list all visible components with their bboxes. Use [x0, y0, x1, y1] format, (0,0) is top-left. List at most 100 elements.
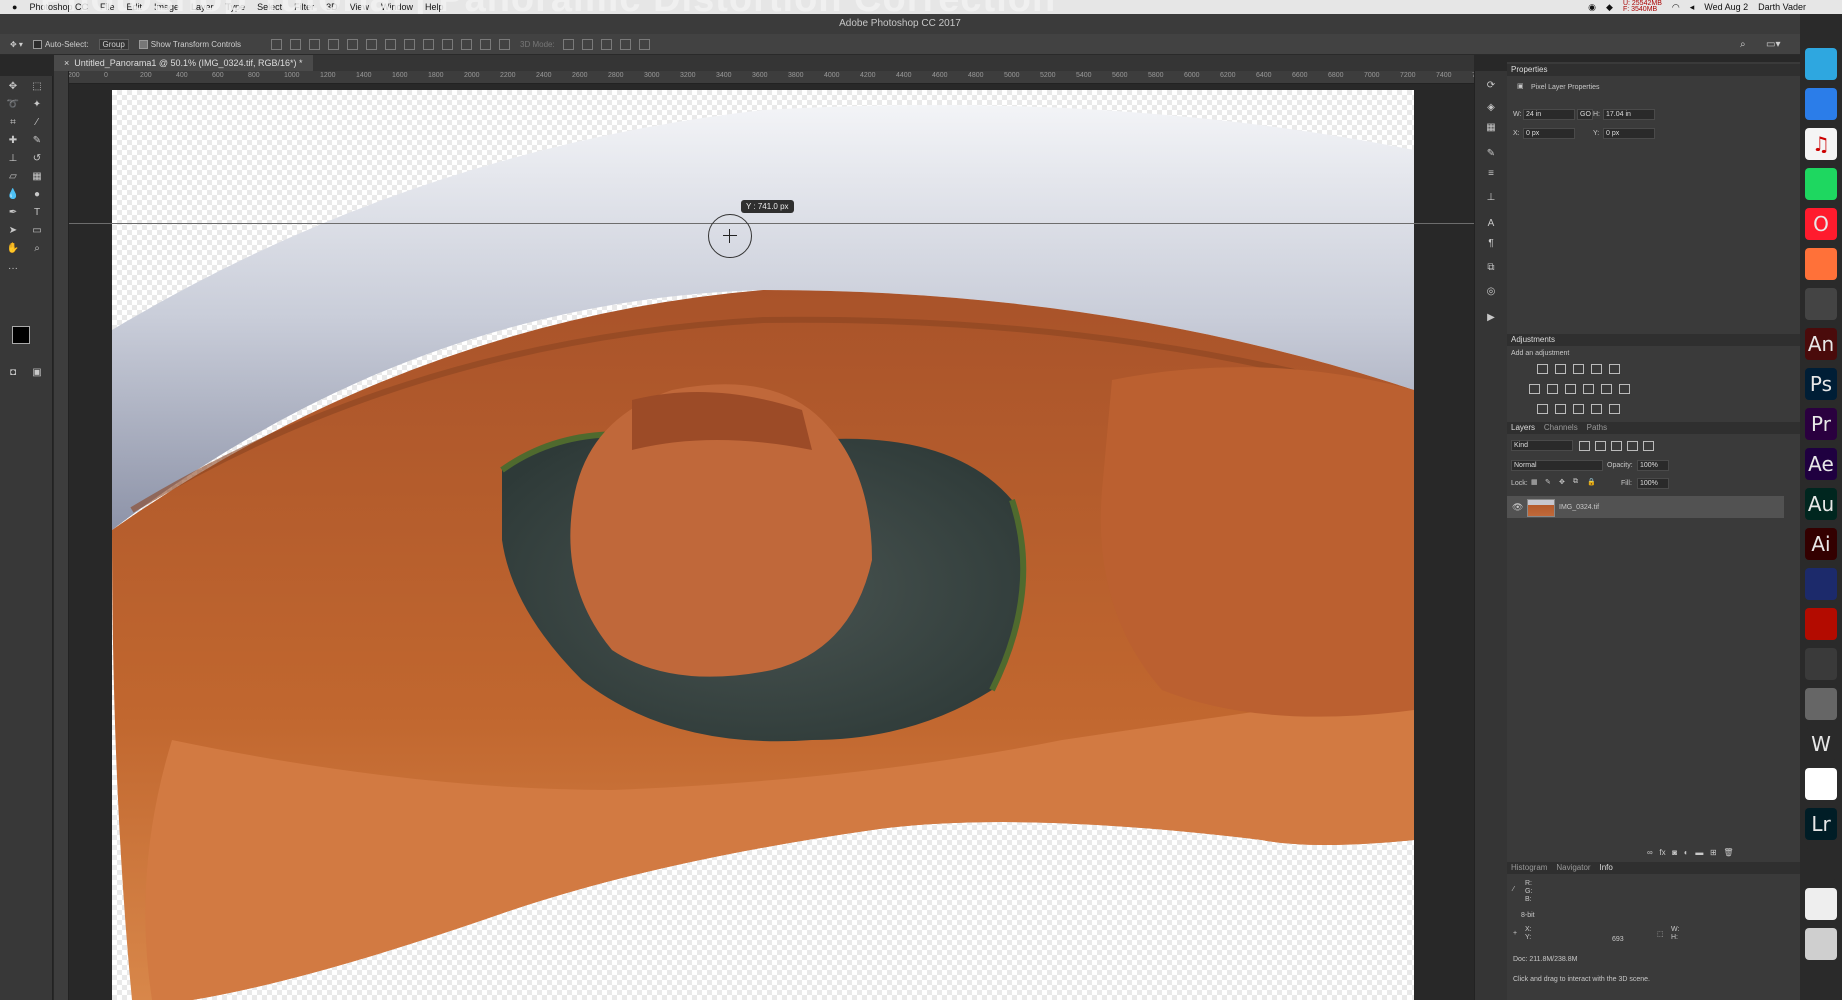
photoshop-icon[interactable]: Ps: [1805, 368, 1837, 400]
layer-filter-kind-dropdown[interactable]: Kind: [1511, 440, 1573, 451]
brush-tool-icon[interactable]: ✎: [30, 134, 44, 148]
exposure-icon[interactable]: [1591, 364, 1602, 374]
invert-icon[interactable]: [1537, 404, 1548, 414]
brightness-icon[interactable]: [1537, 364, 1548, 374]
color-lookup-icon[interactable]: [1619, 384, 1630, 394]
pineapple-icon[interactable]: [1805, 648, 1837, 680]
audition-icon[interactable]: Au: [1805, 488, 1837, 520]
curves-icon[interactable]: [1573, 364, 1584, 374]
lock-pixels-icon[interactable]: ✎: [1545, 478, 1551, 486]
y-field[interactable]: 0 px: [1603, 128, 1655, 139]
black-white-icon[interactable]: [1565, 384, 1576, 394]
status-icon[interactable]: ◉: [1588, 2, 1596, 13]
filter-adjustment-icon[interactable]: [1595, 441, 1606, 451]
magic-wand-tool-icon[interactable]: ✦: [30, 98, 44, 112]
distribute-bottom-icon[interactable]: [423, 38, 435, 50]
visibility-eye-icon[interactable]: 👁: [1512, 502, 1523, 513]
filter-type-icon[interactable]: [1611, 441, 1622, 451]
actions-panel-icon[interactable]: ▶: [1484, 311, 1498, 325]
animate-icon[interactable]: An: [1805, 328, 1837, 360]
apple-icon[interactable]: ●: [12, 2, 17, 12]
clone-source-icon[interactable]: ⊥: [1484, 191, 1498, 205]
canvas-area[interactable]: Y : 741.0 px: [69, 84, 1474, 1000]
show-transform-checkbox[interactable]: Show Transform Controls: [138, 39, 241, 49]
tab-channels[interactable]: Channels: [1544, 423, 1578, 432]
width-field[interactable]: 24 in: [1523, 109, 1575, 120]
character-panel-icon[interactable]: A: [1484, 217, 1498, 231]
adjustments-panel-header[interactable]: Adjustments: [1507, 334, 1800, 346]
align-bottom-icon[interactable]: [309, 38, 321, 50]
lightroom-icon[interactable]: Lr: [1805, 808, 1837, 840]
acrobat-icon[interactable]: [1805, 608, 1837, 640]
wifi-icon[interactable]: ◠: [1672, 2, 1680, 13]
3d-rotate-icon[interactable]: [562, 38, 574, 50]
3d-scale-icon[interactable]: [638, 38, 650, 50]
vibrance-icon[interactable]: [1609, 364, 1620, 374]
timeline-panel-icon[interactable]: ◎: [1484, 285, 1498, 299]
marquee-tool-icon[interactable]: ⬚: [30, 80, 44, 94]
fill-field[interactable]: 100%: [1637, 478, 1669, 489]
levels-icon[interactable]: [1555, 364, 1566, 374]
align-hcenter-icon[interactable]: [347, 38, 359, 50]
finder-icon[interactable]: [1805, 88, 1837, 120]
threshold-icon[interactable]: [1573, 404, 1584, 414]
user-name[interactable]: Darth Vader: [1758, 2, 1806, 12]
3d-panel-icon[interactable]: ◈: [1484, 101, 1498, 115]
show-transform-check-icon[interactable]: [138, 39, 148, 49]
lock-transparency-icon[interactable]: ▦: [1531, 478, 1538, 486]
filter-shape-icon[interactable]: [1627, 441, 1638, 451]
move-tool-icon[interactable]: ✥: [6, 80, 20, 94]
lock-position-icon[interactable]: ✥: [1559, 478, 1565, 486]
distribute-top-icon[interactable]: [385, 38, 397, 50]
horizontal-guide-line[interactable]: [69, 223, 1474, 224]
tab-histogram[interactable]: Histogram: [1511, 863, 1547, 872]
channel-mixer-icon[interactable]: [1601, 384, 1612, 394]
hand-tool-icon[interactable]: ✋: [6, 242, 20, 256]
distribute-hcenter-icon[interactable]: [461, 38, 473, 50]
shape-tool-icon[interactable]: ▭: [30, 224, 44, 238]
paragraph-panel-icon[interactable]: ¶: [1484, 237, 1498, 251]
volume-icon[interactable]: ◂: [1690, 2, 1695, 13]
quicktime-icon[interactable]: [1805, 848, 1837, 880]
stamp-tool-icon[interactable]: ⊥: [6, 152, 20, 166]
zoom-tool-icon[interactable]: ⌕: [30, 242, 44, 256]
opacity-field[interactable]: 100%: [1637, 460, 1669, 471]
filter-pixel-icon[interactable]: [1579, 441, 1590, 451]
blend-mode-dropdown[interactable]: Normal: [1511, 460, 1603, 471]
search-icon[interactable]: ⌕: [1740, 39, 1746, 50]
auto-select-mode-dropdown[interactable]: Group: [98, 38, 129, 50]
trash-icon[interactable]: [1805, 928, 1837, 960]
spotify-icon[interactable]: [1805, 168, 1837, 200]
layer-name[interactable]: IMG_0324.tif: [1559, 504, 1599, 511]
tab-layers[interactable]: Layers: [1511, 423, 1535, 432]
itunes-icon[interactable]: ♫: [1805, 128, 1837, 160]
quick-mask-icon[interactable]: ◘: [6, 366, 20, 380]
selective-color-icon[interactable]: [1591, 404, 1602, 414]
3d-slide-icon[interactable]: [619, 38, 631, 50]
clock[interactable]: Wed Aug 2: [1704, 2, 1748, 12]
opera-icon[interactable]: O: [1805, 208, 1837, 240]
tab-info[interactable]: Info: [1599, 863, 1612, 872]
close-tab-icon[interactable]: ×: [64, 55, 69, 71]
premiere-icon[interactable]: Pr: [1805, 408, 1837, 440]
dodge-tool-icon[interactable]: ●: [30, 188, 44, 202]
path-selection-tool-icon[interactable]: ➤: [6, 224, 20, 238]
clapper-icon[interactable]: [1805, 288, 1837, 320]
hue-saturation-icon[interactable]: [1529, 384, 1540, 394]
document-canvas[interactable]: [112, 90, 1414, 1000]
type-tool-icon[interactable]: T: [30, 206, 44, 220]
distribute-right-icon[interactable]: [480, 38, 492, 50]
layer-row[interactable]: 👁 IMG_0324.tif: [1507, 496, 1784, 518]
workspace-icon[interactable]: ▭▾: [1766, 39, 1780, 50]
history-panel-icon[interactable]: ⟳: [1484, 79, 1498, 93]
distribute-left-icon[interactable]: [442, 38, 454, 50]
photo-filter-icon[interactable]: [1583, 384, 1594, 394]
horizontal-ruler[interactable]: 200 0 200 400 600 800 1000 1200 1400 1600 1800 2000…: [68, 71, 1520, 84]
auto-align-icon[interactable]: [499, 38, 511, 50]
eyedropper-tool-icon[interactable]: ⁄: [30, 116, 44, 130]
styles-panel-icon[interactable]: ⧉: [1484, 261, 1498, 275]
lock-all-icon[interactable]: 🔒: [1587, 478, 1596, 486]
history-brush-tool-icon[interactable]: ↺: [30, 152, 44, 166]
firefox-icon[interactable]: [1805, 248, 1837, 280]
posterize-icon[interactable]: [1555, 404, 1566, 414]
